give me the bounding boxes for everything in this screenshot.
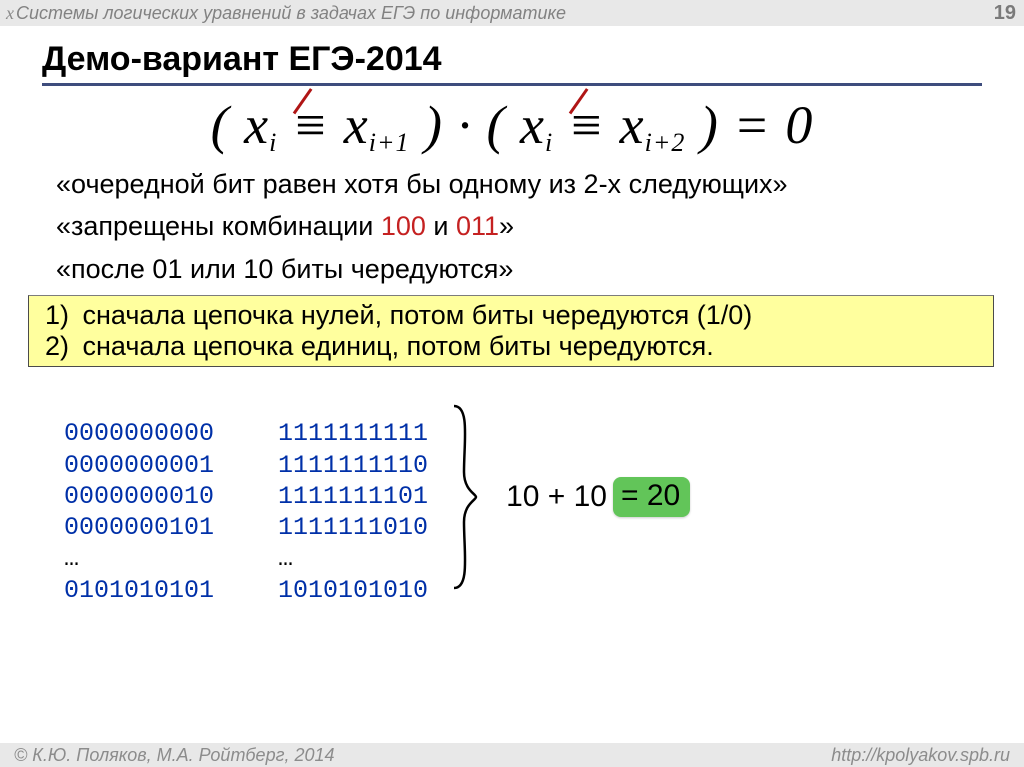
- slide: xСистемы логических уравнений в задачах …: [0, 0, 1024, 767]
- slide-title: Демо-вариант ЕГЭ-2014: [42, 40, 1024, 79]
- text-line-1: «очередной бит равен хотя бы одному из 2…: [56, 168, 1024, 200]
- brace-icon: [450, 402, 480, 592]
- bits-column-2: 1111111111 1111111110 1111111101 1111111…: [278, 387, 428, 606]
- highlight-box: 1) сначала цепочка нулей, потом биты чер…: [28, 295, 994, 367]
- result-lhs: 10 + 10: [506, 480, 607, 514]
- title-underline: [42, 83, 982, 86]
- formula: ( xi ≡ xi+1 ) · ( xi ≡ xi+2 ) = 0: [0, 94, 1024, 158]
- result: 10 + 10 = 20: [506, 477, 690, 517]
- header-bar: xСистемы логических уравнений в задачах …: [0, 0, 1024, 26]
- bits-column-1: 0000000000 0000000001 0000000010 0000000…: [64, 387, 214, 606]
- footer-url: http://kpolyakov.spb.ru: [831, 745, 1010, 766]
- text-line-3: «после 01 или 10 биты чередуются»: [56, 253, 1024, 285]
- result-answer: = 20: [613, 477, 690, 517]
- text-line-2: «запрещены комбинации 100 и 011»: [56, 210, 1024, 242]
- box-row-1: 1) сначала цепочка нулей, потом биты чер…: [45, 300, 993, 331]
- footer-bar: © К.Ю. Поляков, М.А. Ройтберг, 2014 http…: [0, 743, 1024, 767]
- header-title: xСистемы логических уравнений в задачах …: [6, 3, 566, 24]
- page-number: 19: [994, 2, 1016, 25]
- footer-copyright: © К.Ю. Поляков, М.А. Ройтберг, 2014: [14, 745, 335, 766]
- bits-area: 0000000000 0000000001 0000000010 0000000…: [64, 387, 1024, 606]
- header-x-deco: x: [6, 3, 14, 23]
- box-row-2: 2) сначала цепочка единиц, потом биты че…: [45, 331, 993, 362]
